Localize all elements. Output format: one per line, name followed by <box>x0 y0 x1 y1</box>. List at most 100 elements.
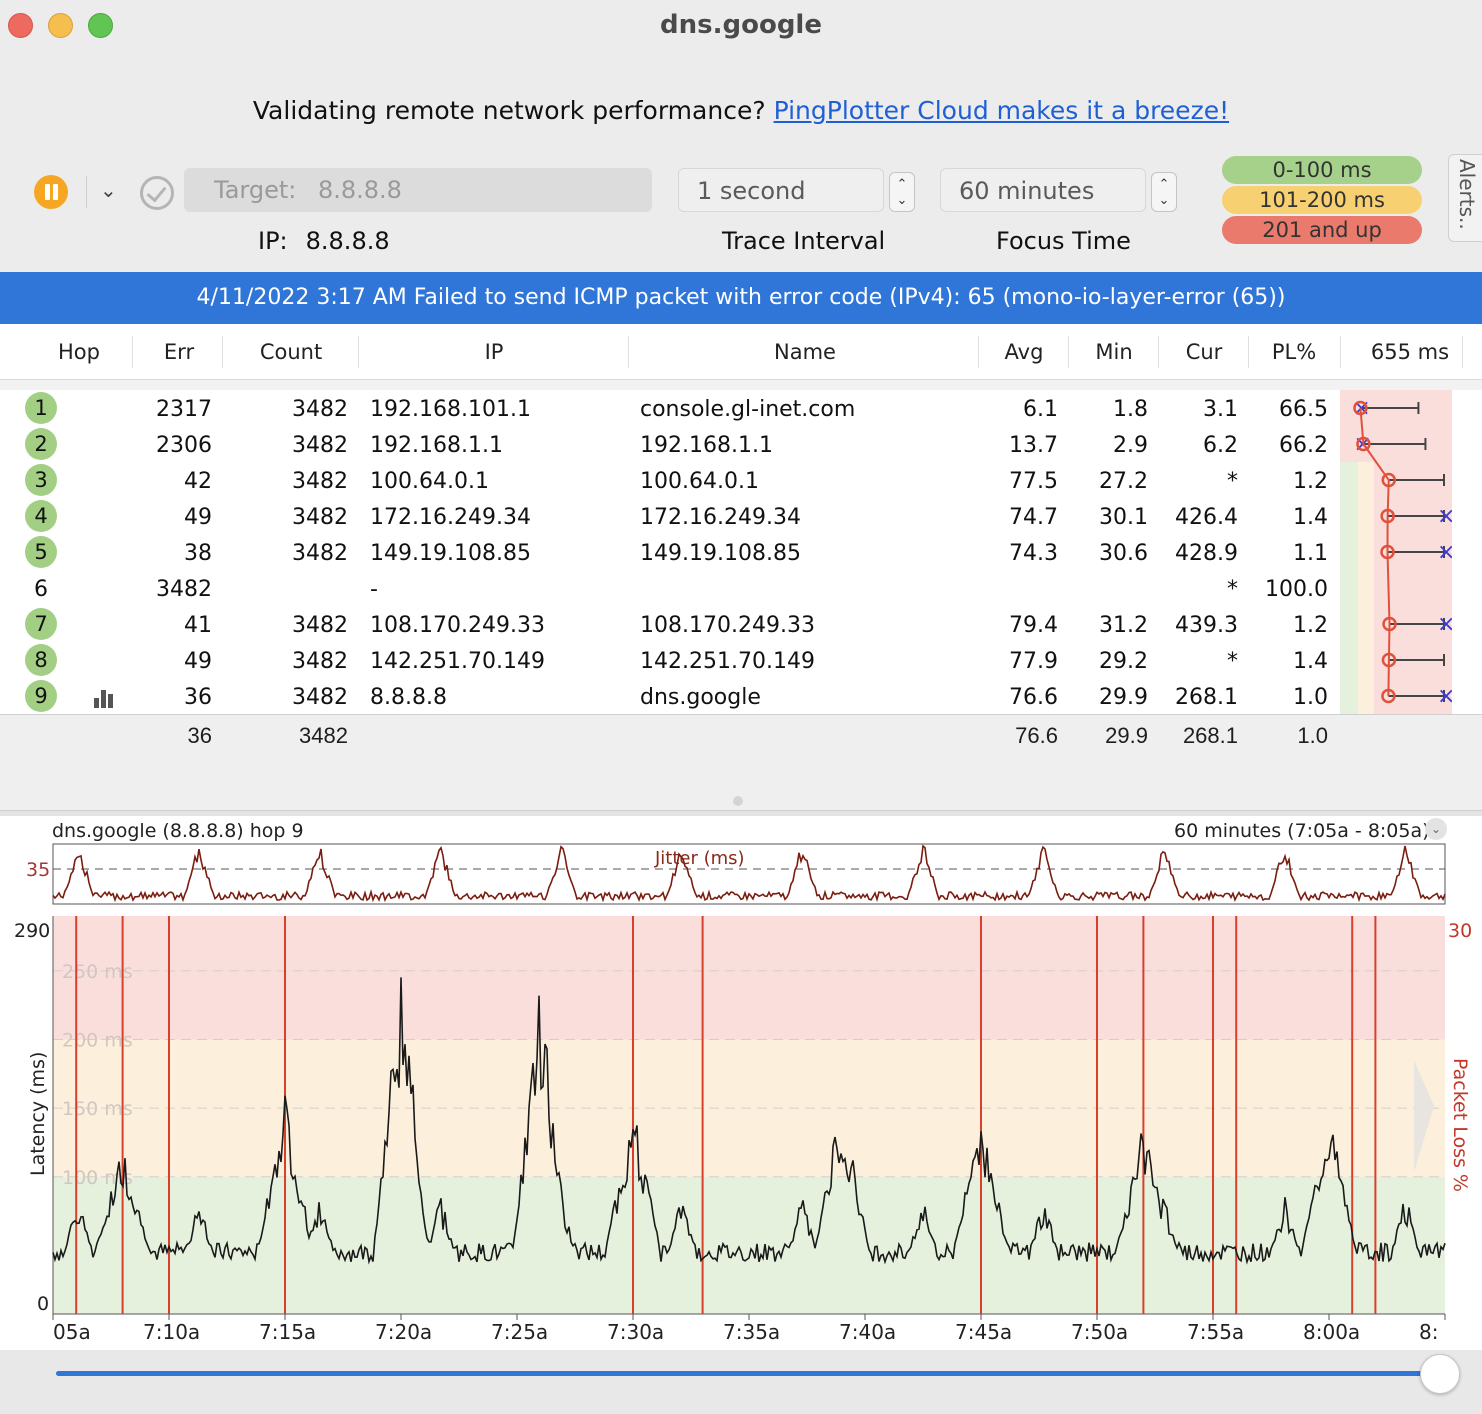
cell-cur: * <box>1227 469 1238 494</box>
cell-min: 30.1 <box>1099 505 1148 530</box>
col-latency-scale[interactable]: 655 ms <box>1368 340 1452 364</box>
column-separator <box>222 336 223 368</box>
cell-count: 3482 <box>292 541 348 566</box>
cell-avg: 79.4 <box>1009 613 1058 638</box>
cell-cur: 428.9 <box>1175 541 1238 566</box>
col-err[interactable]: Err <box>154 340 204 364</box>
window-title: dns.google <box>660 10 822 40</box>
cell-min: 29.2 <box>1099 649 1148 674</box>
cell-min: 27.2 <box>1099 469 1148 494</box>
timeline-scrollbar[interactable] <box>0 1350 1482 1414</box>
cell-ip: 192.168.1.1 <box>370 433 503 458</box>
cell-avg: 13.7 <box>1009 433 1058 458</box>
col-name[interactable]: Name <box>764 340 846 364</box>
cell-count: 3482 <box>292 397 348 422</box>
timeline-scroll-thumb[interactable] <box>1420 1354 1460 1394</box>
cell-min: 1.8 <box>1113 397 1148 422</box>
x-tick-label: 7:10a <box>143 1320 200 1344</box>
col-min[interactable]: Min <box>1092 340 1136 364</box>
legend-good: 0-100 ms <box>1222 156 1422 184</box>
cell-name: 108.170.249.33 <box>640 613 815 638</box>
minigraph-good-band <box>1340 462 1358 714</box>
minigraph-current-mark: × <box>1437 684 1452 709</box>
cell-avg: 74.7 <box>1009 505 1058 530</box>
cell-ip: 8.8.8.8 <box>370 685 447 710</box>
x-tick-label: 7:50a <box>1071 1320 1128 1344</box>
cell-min: 31.2 <box>1099 613 1148 638</box>
cell-ip: 192.168.101.1 <box>370 397 531 422</box>
cell-avg: 76.6 <box>1009 685 1058 710</box>
table-row[interactable]: 4 49 3482 172.16.249.34 172.16.249.34 74.7 30.… <box>0 498 1340 534</box>
timeline-scroll-range[interactable] <box>56 1371 1436 1376</box>
cell-avg: 77.5 <box>1009 469 1058 494</box>
cell-avg: 6.1 <box>1023 397 1058 422</box>
summary-min: 29.9 <box>1105 723 1148 748</box>
toolbar-separator <box>86 176 87 208</box>
column-separator <box>1248 336 1249 368</box>
table-summary: 36 3482 76.6 29.9 268.1 1.0 <box>0 714 1482 810</box>
column-separator <box>1462 336 1463 368</box>
bar-chart-icon[interactable] <box>94 690 118 708</box>
col-hop[interactable]: Hop <box>56 340 102 364</box>
ip-label: IP: <box>258 227 288 255</box>
table-row[interactable]: 3 42 3482 100.64.0.1 100.64.0.1 77.5 27.2 * 1.2 <box>0 462 1340 498</box>
cell-pl: 1.4 <box>1293 505 1328 530</box>
col-ip[interactable]: IP <box>470 340 518 364</box>
cell-err: 2306 <box>156 433 212 458</box>
table-row[interactable]: 2 2306 3482 192.168.1.1 192.168.1.1 13.7 2.9 6.… <box>0 426 1340 462</box>
target-label: Target: <box>214 176 297 204</box>
hop-latency-minigraph: ×××××× <box>1340 390 1452 714</box>
focus-time-stepper[interactable]: ⌃ ⌄ <box>1151 172 1177 212</box>
x-tick-label: 7:15a <box>259 1320 316 1344</box>
latency-timeline-chart[interactable]: 35Jitter (ms)250 ms200 ms150 ms100 ms290… <box>0 816 1482 1350</box>
table-row[interactable]: 5 38 3482 149.19.108.85 149.19.108.85 74.3 30.… <box>0 534 1340 570</box>
column-separator <box>132 336 133 368</box>
cell-cur: 268.1 <box>1175 685 1238 710</box>
cell-err: 49 <box>184 649 212 674</box>
col-pl[interactable]: PL% <box>1268 340 1320 364</box>
cell-ip: 149.19.108.85 <box>370 541 531 566</box>
trace-interval-stepper[interactable]: ⌃ ⌄ <box>889 172 915 212</box>
summary-err: 36 <box>187 723 212 748</box>
ip-value: 8.8.8.8 <box>305 227 390 255</box>
x-tick-label: 7:55a <box>1187 1320 1244 1344</box>
column-separator <box>1068 336 1069 368</box>
cell-min: 2.9 <box>1113 433 1148 458</box>
cell-cur: 426.4 <box>1175 505 1238 530</box>
splitter-handle[interactable] <box>733 796 743 806</box>
graph-title: dns.google (8.8.8.8) hop 9 <box>52 820 304 842</box>
checkmark-icon[interactable] <box>140 176 174 210</box>
cell-name: 172.16.249.34 <box>640 505 801 530</box>
summary-pl: 1.0 <box>1297 723 1328 748</box>
promo-link[interactable]: PingPlotter Cloud makes it a breeze! <box>774 96 1230 125</box>
table-row[interactable]: 7 41 3482 108.170.249.33 108.170.249.33 79.4 3… <box>0 606 1340 642</box>
chevron-down-icon[interactable]: ⌄ <box>1425 818 1447 840</box>
cell-pl: 1.0 <box>1293 685 1328 710</box>
cell-pl: 66.5 <box>1279 397 1328 422</box>
cell-err: 2317 <box>156 397 212 422</box>
promo-banner: Validating remote network performance? P… <box>0 96 1482 125</box>
col-avg[interactable]: Avg <box>998 340 1050 364</box>
x-tick-label: 7:25a <box>491 1320 548 1344</box>
target-input[interactable]: Target: 8.8.8.8 <box>184 168 652 212</box>
cell-err: 36 <box>184 685 212 710</box>
table-row[interactable]: 8 49 3482 142.251.70.149 142.251.70.149 77.9 2… <box>0 642 1340 678</box>
column-separator <box>628 336 629 368</box>
chevron-down-icon[interactable]: ⌄ <box>100 178 117 203</box>
x-tick-label: 7:35a <box>723 1320 780 1344</box>
cell-err: 41 <box>184 613 212 638</box>
trace-interval-field[interactable]: 1 second <box>678 168 884 212</box>
column-separator <box>978 336 979 368</box>
pause-button[interactable] <box>34 175 68 209</box>
table-row[interactable]: 1 2317 3482 192.168.101.1 console.gl-inet.co… <box>0 390 1340 426</box>
target-value: 8.8.8.8 <box>317 176 402 204</box>
col-count[interactable]: Count <box>248 340 334 364</box>
focus-time-field[interactable]: 60 minutes <box>940 168 1146 212</box>
table-row[interactable]: 9 36 3482 8.8.8.8 dns.google 76.6 29.9 268.1 1.0 <box>0 678 1340 714</box>
cell-cur: 6.2 <box>1203 433 1238 458</box>
y-max-label: 290 <box>14 920 50 942</box>
alerts-button[interactable]: Alerts.. <box>1448 154 1482 242</box>
table-row[interactable]: 6 3482 - * 100.0 <box>0 570 1340 606</box>
col-cur[interactable]: Cur <box>1182 340 1226 364</box>
cell-name: 192.168.1.1 <box>640 433 773 458</box>
